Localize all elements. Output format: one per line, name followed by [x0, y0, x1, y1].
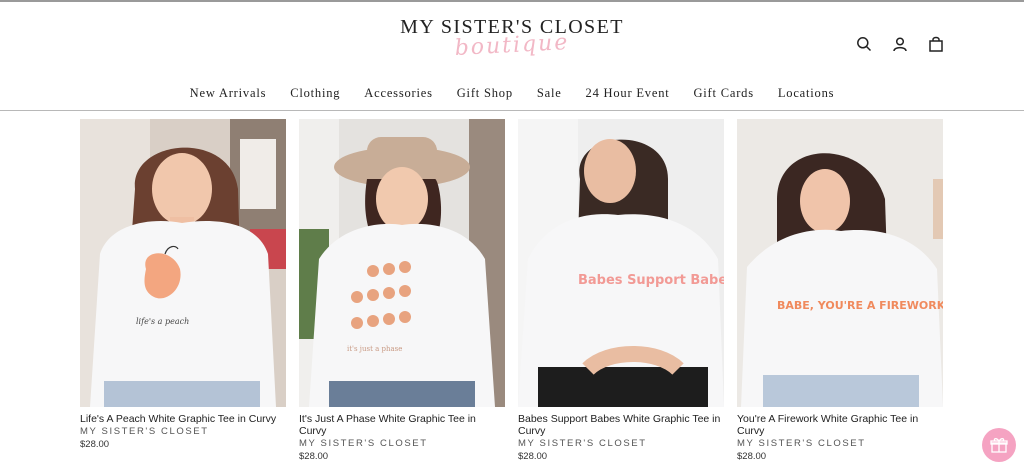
product-image[interactable]: life's a peach: [80, 119, 286, 407]
product-card[interactable]: BABE, YOU'RE A FIREWORK You're A Firewor…: [737, 119, 943, 462]
product-price: $28.00: [518, 451, 548, 462]
main-nav: New Arrivals Clothing Accessories Gift S…: [0, 86, 1024, 101]
nav-accessories[interactable]: Accessories: [364, 86, 433, 101]
product-card[interactable]: Babes Support Babes Babes Support Babes …: [518, 119, 724, 462]
product-image[interactable]: Babes Support Babes: [518, 119, 724, 407]
product-graphic-text: life's a peach: [136, 317, 189, 326]
top-border: [0, 0, 1024, 2]
product-name[interactable]: Life's A Peach White Graphic Tee in Curv…: [80, 413, 286, 425]
search-icon[interactable]: [856, 36, 872, 52]
product-brand: MY SISTER'S CLOSET: [518, 438, 647, 449]
nav-new-arrivals[interactable]: New Arrivals: [190, 86, 267, 101]
nav-locations[interactable]: Locations: [778, 86, 835, 101]
product-image[interactable]: it's just a phase: [299, 119, 505, 407]
nav-sale[interactable]: Sale: [537, 86, 562, 101]
product-graphic-text: it's just a phase: [347, 345, 402, 353]
header-icons: [856, 36, 944, 52]
nav-24-hour-event[interactable]: 24 Hour Event: [586, 86, 670, 101]
product-card[interactable]: life's a peach Life's A Peach White Grap…: [80, 119, 286, 462]
product-graphic-text: Babes Support Babes: [578, 273, 724, 288]
account-icon[interactable]: [892, 36, 908, 52]
product-price: $28.00: [737, 451, 767, 462]
gift-icon: [990, 438, 1008, 453]
product-brand: MY SISTER'S CLOSET: [299, 438, 428, 449]
cart-icon[interactable]: [928, 36, 944, 52]
product-brand: MY SISTER'S CLOSET: [737, 438, 866, 449]
product-name[interactable]: Babes Support Babes White Graphic Tee in…: [518, 413, 724, 437]
nav-gift-shop[interactable]: Gift Shop: [457, 86, 513, 101]
product-price: $28.00: [80, 439, 110, 450]
product-image[interactable]: BABE, YOU'RE A FIREWORK: [737, 119, 943, 407]
nav-gift-cards[interactable]: Gift Cards: [693, 86, 753, 101]
product-name[interactable]: You're A Firework White Graphic Tee in C…: [737, 413, 943, 437]
product-price: $28.00: [299, 451, 329, 462]
product-name[interactable]: It's Just A Phase White Graphic Tee in C…: [299, 413, 505, 437]
product-graphic-text: BABE, YOU'RE A FIREWORK: [777, 299, 943, 312]
nav-clothing[interactable]: Clothing: [290, 86, 340, 101]
product-card[interactable]: it's just a phase It's Just A Phase Whit…: [299, 119, 505, 462]
product-grid: life's a peach Life's A Peach White Grap…: [80, 119, 943, 462]
gift-button[interactable]: [982, 428, 1016, 462]
product-brand: MY SISTER'S CLOSET: [80, 426, 209, 437]
nav-divider: [0, 110, 1024, 111]
